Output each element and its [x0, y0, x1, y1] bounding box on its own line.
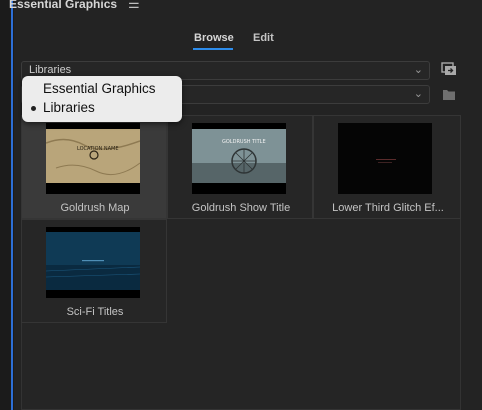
template-label: Goldrush Map — [60, 202, 130, 214]
chevron-down-icon: ⌄ — [413, 88, 423, 100]
template-tile-sci-fi-titles[interactable]: Sci-Fi Titles — [21, 219, 167, 323]
library-source-popup-menu: Essential Graphics Libraries — [22, 76, 182, 122]
menu-item-libraries[interactable]: Libraries — [43, 100, 95, 115]
template-tile-lower-third-glitch[interactable]: Lower Third Glitch Ef... — [313, 115, 461, 219]
thumb-caption: LOCATION NAME — [77, 146, 119, 152]
template-thumbnail: GOLDRUSH TITLE — [192, 123, 286, 194]
import-template-icon[interactable] — [441, 62, 457, 76]
hamburger-menu-icon[interactable]: ☰ — [128, 0, 140, 12]
template-tile-goldrush-show-title[interactable]: GOLDRUSH TITLE Goldrush Show Title — [167, 115, 313, 219]
tab-edit[interactable]: Edit — [253, 32, 274, 44]
panel-title: Essential Graphics — [9, 0, 118, 11]
thumb-caption: GOLDRUSH TITLE — [222, 139, 266, 145]
menu-item-essential-graphics[interactable]: Essential Graphics — [43, 81, 156, 96]
panel-left-edge — [0, 0, 14, 410]
selected-bullet-icon — [31, 106, 36, 111]
active-tab-indicator — [193, 48, 233, 50]
tab-bar: Browse Edit — [0, 28, 482, 52]
folder-icon[interactable] — [441, 88, 457, 102]
template-tile-goldrush-map[interactable]: LOCATION NAME Goldrush Map — [21, 115, 167, 219]
template-thumbnail — [46, 227, 140, 298]
panel-titlebar: Essential Graphics ☰ — [9, 0, 482, 14]
tab-browse[interactable]: Browse — [194, 32, 234, 44]
template-label: Sci-Fi Titles — [66, 306, 124, 318]
template-label: Goldrush Show Title — [191, 202, 291, 214]
template-label: Lower Third Glitch Ef... — [332, 202, 444, 214]
template-thumbnail: LOCATION NAME — [46, 123, 140, 194]
library-dropdown-value: Libraries — [29, 64, 72, 76]
chevron-down-icon: ⌄ — [413, 64, 423, 76]
template-thumbnail — [338, 123, 432, 194]
